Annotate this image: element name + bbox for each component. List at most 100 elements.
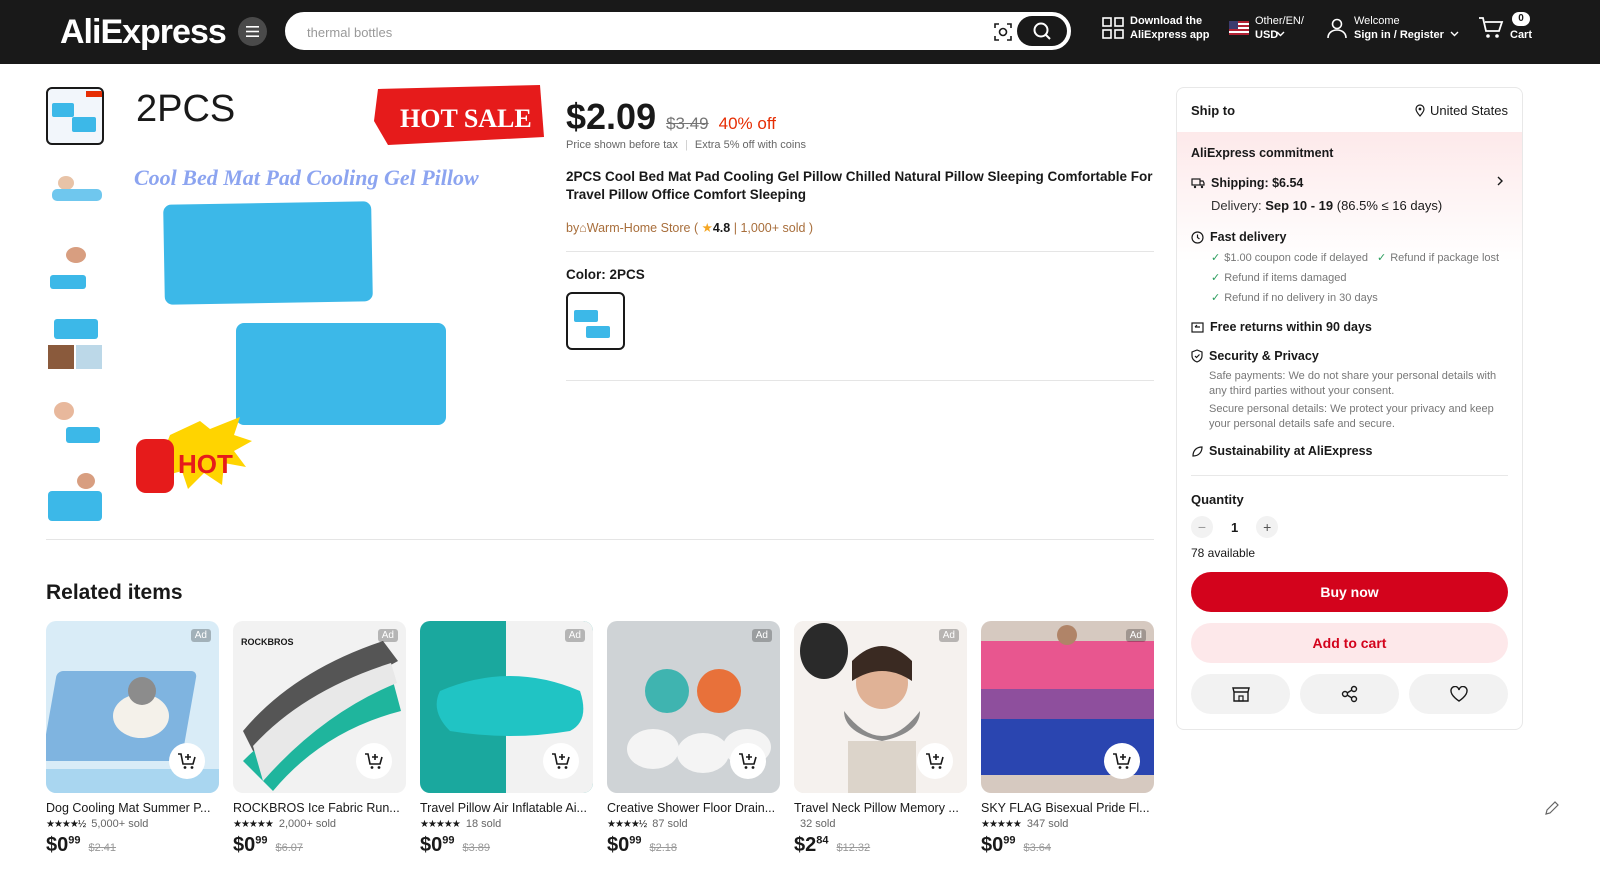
thumbnail-3[interactable] [46,239,104,297]
top-header: AliExpress Download the AliExpress app Ot… [0,0,1600,64]
locale-selector[interactable]: Other/EN/USD [1229,14,1304,42]
related-item-name[interactable]: Creative Shower Floor Drain... [607,801,777,815]
shipping-row[interactable]: Shipping: $6.54 [1191,176,1303,190]
add-to-cart-icon-button[interactable] [917,743,953,779]
thumbnail-1[interactable] [46,87,104,145]
download-app-link[interactable]: Download the AliExpress app [1102,14,1209,42]
related-item-meta: ★★★★½ 87 sold [607,818,780,830]
related-item-image[interactable]: Ad [981,621,1154,793]
related-item-image[interactable]: Ad [794,621,967,793]
search-icon [1033,22,1051,40]
related-item-current-price: $284 [794,834,829,856]
related-item-meta: ★★★★★ 2,000+ sold [233,818,406,830]
quantity-label: Quantity [1191,492,1244,507]
add-to-cart-icon-button[interactable] [169,743,205,779]
tax-note: Price shown before tax | Extra 5% off wi… [566,139,806,151]
fast-delivery-line1: ✓ $1.00 coupon code if delayed ✓ Refund if… [1211,251,1499,266]
cart-icon [1479,17,1504,38]
clock-icon [1191,230,1204,244]
locale-line1: Other/EN/ [1255,15,1304,27]
related-item-card[interactable]: Ad Dog Cooling Mat Summer P... ★★★★½ 5,000+… [46,621,219,857]
store-icon: ⌂ [579,221,587,235]
by-label: by [566,221,580,235]
related-item-image[interactable]: Ad [420,621,593,793]
hamburger-icon [246,26,259,37]
fd-refund-lost: Refund if package lost [1390,252,1500,264]
ship-country: United States [1429,103,1508,118]
cart-count-badge: 0 [1512,12,1530,26]
price-block: $2.09 $3.49 40% off [566,96,776,138]
quantity-decrease-button[interactable]: − [1191,516,1213,538]
related-item-price: $099 $2.41 [46,834,219,857]
store-link[interactable]: Warm-Home Store [587,221,691,235]
related-item-name[interactable]: Travel Neck Pillow Memory ... [794,801,964,815]
related-item-image[interactable]: Ad [607,621,780,793]
shield-icon [1191,349,1203,363]
account-menu[interactable]: Welcome Sign in / Register [1326,14,1459,42]
related-item-name[interactable]: ROCKBROS Ice Fabric Run... [233,801,403,815]
sustainability-row[interactable]: Sustainability at AliExpress [1191,444,1372,458]
related-item-price: $099 $3.89 [420,834,593,857]
location-pin-icon [1415,104,1425,117]
related-item-sold: 87 sold [652,818,688,830]
related-item-current-price: $099 [607,834,642,856]
buy-now-button[interactable]: Buy now [1191,572,1508,612]
original-price: $3.49 [666,114,709,133]
main-product-image[interactable]: 2PCS HOT SALE Cool Bed Mat Pad Cooling G… [130,85,550,505]
related-item-card[interactable]: Ad Travel Pillow Air Inflatable Ai... ★★★★… [420,621,593,857]
related-item-old-price: $3.64 [1023,842,1052,854]
check-icon: ✓ [1377,252,1387,264]
image-caption: Cool Bed Mat Pad Cooling Gel Pillow [134,165,479,190]
related-item-card[interactable]: Ad ROCKBROS ROCKBROS Ice Fabric Run... ★★★★… [233,621,406,857]
leaf-icon [1192,445,1203,457]
download-line2: AliExpress app [1130,29,1210,41]
related-item-name[interactable]: SKY FLAG Bisexual Pride Fl... [981,801,1151,815]
quantity-increase-button[interactable]: + [1256,516,1279,538]
color-swatch-2pcs[interactable] [566,292,625,350]
search-button[interactable] [1017,16,1067,46]
add-to-cart-icon-button[interactable] [356,743,392,779]
wishlist-button[interactable] [1409,674,1508,714]
related-item-card[interactable]: Ad Creative Shower Floor Drain... ★★★★½ 87 … [607,621,780,857]
quantity-value[interactable]: 1 [1231,520,1238,535]
edit-pencil-icon[interactable] [1540,796,1564,820]
add-to-cart-button[interactable]: Add to cart [1191,623,1508,663]
thumbnail-5[interactable] [46,391,104,449]
share-button[interactable] [1300,674,1399,714]
related-item-image[interactable]: Ad ROCKBROS [233,621,406,793]
aliexpress-logo[interactable]: AliExpress [60,14,227,50]
ad-badge: Ad [1125,629,1146,642]
related-item-old-price: $12.32 [836,842,871,854]
heart-icon [1449,686,1468,702]
badge-hot-sale: HOT SALE [400,104,532,133]
search-bar [285,12,1071,50]
add-to-cart-icon-button[interactable] [730,743,766,779]
chevron-right-icon[interactable] [1497,176,1504,186]
shipping-cost: Shipping: $6.54 [1211,176,1304,190]
thumbnail-2[interactable] [46,163,104,221]
cart-plus-icon [178,753,196,769]
related-item-image[interactable]: Ad [46,621,219,793]
related-item-name[interactable]: Travel Pillow Air Inflatable Ai... [420,801,590,815]
us-flag-icon [1229,21,1249,35]
image-search-icon[interactable] [993,22,1013,42]
thumbnail-6[interactable] [46,467,104,525]
related-item-card[interactable]: Ad Travel Neck Pillow Memory ... 32 sold $2… [794,621,967,857]
menu-button[interactable] [238,17,267,46]
search-input[interactable] [307,22,987,42]
divider [1191,475,1508,476]
related-item-price: $099 $6.07 [233,834,406,857]
ship-country-selector[interactable]: United States [1415,103,1508,118]
related-item-old-price: $3.89 [462,842,491,854]
add-to-cart-icon-button[interactable] [543,743,579,779]
sign-in-link[interactable]: Sign in / Register [1354,28,1444,42]
related-item-card[interactable]: Ad SKY FLAG Bisexual Pride Fl... ★★★★★ 347 … [981,621,1154,857]
thumbnail-4[interactable] [46,315,104,373]
related-item-name[interactable]: Dog Cooling Mat Summer P... [46,801,216,815]
tax-text: Price shown before tax [566,139,678,151]
ad-badge: Ad [377,629,398,642]
add-to-cart-icon-button[interactable] [1104,743,1140,779]
related-item-meta: ★★★★★ 18 sold [420,818,593,830]
store-button[interactable] [1191,674,1290,714]
star-icon: ★ [701,221,713,235]
